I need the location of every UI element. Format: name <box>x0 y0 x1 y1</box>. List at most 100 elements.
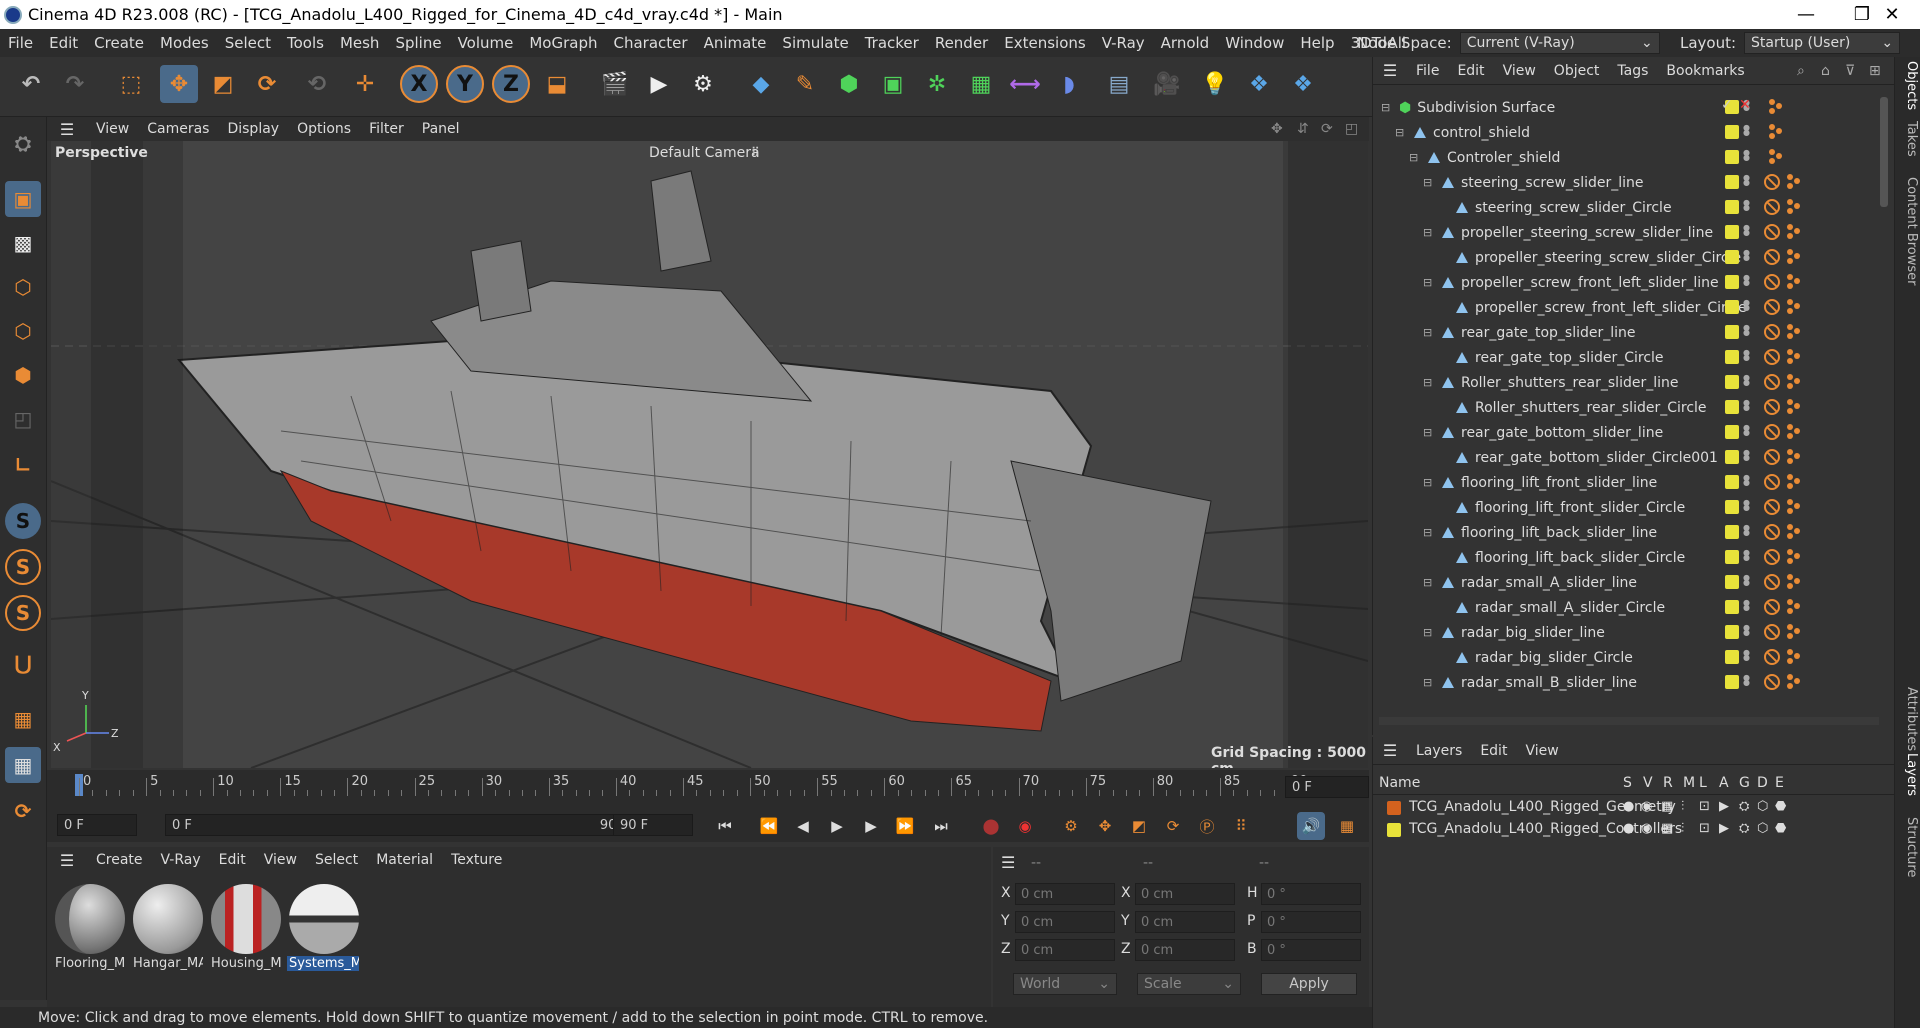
solo-single-icon[interactable]: S <box>5 549 41 585</box>
protection-tag-icon[interactable] <box>1764 349 1780 365</box>
xpresso-tag-icon[interactable] <box>1787 424 1801 439</box>
expand-toggle-icon[interactable]: ⊟ <box>1423 626 1432 639</box>
layer-color-swatch[interactable] <box>1725 500 1739 514</box>
expand-toggle-icon[interactable]: ⊟ <box>1423 176 1432 189</box>
layer-color-swatch[interactable] <box>1725 425 1739 439</box>
pen-spline-icon[interactable]: ✎ <box>786 65 824 103</box>
generator-icon[interactable]: ⛭ <box>1739 821 1749 836</box>
layer-color-swatch[interactable] <box>1725 350 1739 364</box>
material-menu-texture[interactable]: Texture <box>442 852 511 868</box>
expand-toggle-icon[interactable]: ⊟ <box>1423 326 1432 339</box>
protection-tag-icon[interactable] <box>1764 449 1780 465</box>
side-tab-structure[interactable]: Structure <box>1897 817 1919 877</box>
protection-tag-icon[interactable] <box>1764 249 1780 265</box>
y-axis-button[interactable]: Y <box>446 65 484 103</box>
visibility-dots-icon[interactable]: ● ● <box>1743 399 1750 416</box>
visibility-dots-icon[interactable]: ● ● <box>1743 224 1750 241</box>
end-frame-field[interactable]: 90 F <box>613 814 693 836</box>
object-row[interactable]: ⊟ steering_screw_slider_line ● ● <box>1373 170 1895 195</box>
coord-value-field[interactable]: 0 cm <box>1015 939 1115 961</box>
object-row[interactable]: propeller_screw_front_left_slider_Circle… <box>1373 295 1895 320</box>
material-menu-select[interactable]: Select <box>306 852 367 868</box>
object-row[interactable]: ⊟ flooring_lift_front_slider_line ● ● <box>1373 470 1895 495</box>
material-swatch[interactable]: Hangar_MA <box>131 882 205 974</box>
size-mode-dropdown[interactable]: Scale ⌄ <box>1137 973 1241 995</box>
layer-color-swatch[interactable] <box>1725 175 1739 189</box>
go-to-end-icon[interactable]: ⏭ <box>927 812 955 840</box>
layer-color-swatch[interactable] <box>1725 525 1739 539</box>
deformer-icon[interactable]: ⬡ <box>1757 799 1768 814</box>
protection-tag-icon[interactable] <box>1764 224 1780 240</box>
point-level-key-icon[interactable]: ⠿ <box>1227 812 1255 840</box>
menu-volume[interactable]: Volume <box>450 34 522 52</box>
layer-menu-layers[interactable]: Layers <box>1407 743 1471 759</box>
point-mode-icon[interactable]: ⬡ <box>5 269 41 305</box>
auto-keying-icon[interactable]: ◉ <box>1011 812 1039 840</box>
manager-icon[interactable]: ⫶ <box>1681 821 1684 836</box>
close-button[interactable]: ✕ <box>1864 0 1920 29</box>
extrude-generator-icon[interactable]: ▣ <box>874 65 912 103</box>
layout-dropdown[interactable]: Startup (User) ⌄ <box>1744 32 1901 54</box>
visible-eye-icon[interactable]: ◉ <box>1641 821 1652 836</box>
xpresso-tag-icon[interactable] <box>1787 399 1801 414</box>
xpresso-tag-icon[interactable] <box>1787 649 1801 664</box>
rotate-tool-icon[interactable]: ⟳ <box>248 65 286 103</box>
visibility-dots-icon[interactable]: ● ● <box>1743 474 1750 491</box>
visibility-dots-icon[interactable]: ● ● <box>1743 374 1750 391</box>
visibility-dots-icon[interactable]: ● ● <box>1743 499 1750 516</box>
coord-value-field[interactable]: 0 ° <box>1261 939 1361 961</box>
object-menu-bookmarks[interactable]: Bookmarks <box>1657 63 1753 79</box>
menu-spline[interactable]: Spline <box>387 34 449 52</box>
material-swatch[interactable]: Flooring_M <box>53 882 127 974</box>
next-key-icon[interactable]: ⏩ <box>891 812 919 840</box>
xpresso-tag-icon[interactable] <box>1787 674 1801 689</box>
protection-tag-icon[interactable] <box>1764 649 1780 665</box>
undo-icon[interactable]: ↶ <box>12 65 50 103</box>
object-menu-edit[interactable]: Edit <box>1448 63 1493 79</box>
layer-color-swatch[interactable] <box>1725 575 1739 589</box>
xpresso-tag-icon[interactable] <box>1787 374 1801 389</box>
xpresso-tag-icon[interactable] <box>1787 499 1801 514</box>
layer-column-header[interactable]: A <box>1719 775 1729 791</box>
frame-range-slider[interactable]: 0 F90 F <box>165 814 635 836</box>
menu-extensions[interactable]: Extensions <box>996 34 1093 52</box>
camera-object-icon[interactable]: 🎥 <box>1148 65 1186 103</box>
protection-tag-icon[interactable] <box>1764 524 1780 540</box>
layer-row[interactable]: TCG_Anadolu_L400_Rigged_Geometry ● ◉ ▦ ⫶ ⊡ ▶ ⛭ ⬡… <box>1373 797 1895 819</box>
object-row[interactable]: Roller_shutters_rear_slider_Circle ● ● <box>1373 395 1895 420</box>
edge-mode-icon[interactable]: ⬡ <box>5 313 41 349</box>
viewport-3d[interactable]: Perspective Default Camera ⠿ Grid Spacin… <box>51 141 1368 768</box>
hamburger-menu-icon[interactable]: ☰ <box>47 120 87 139</box>
workplane-icon[interactable]: ▦ <box>5 701 41 737</box>
object-menu-tags[interactable]: Tags <box>1608 63 1657 79</box>
expression-icon[interactable]: ⬣ <box>1775 821 1786 836</box>
coord-value-field[interactable]: 0 cm <box>1135 883 1235 905</box>
new-window-icon[interactable]: ⊞ <box>1869 63 1881 79</box>
menu-animate[interactable]: Animate <box>696 34 775 52</box>
layer-color-swatch[interactable] <box>1725 200 1739 214</box>
visibility-dots-icon[interactable]: ● ● <box>1743 649 1750 666</box>
lock-icon[interactable]: ⊡ <box>1699 799 1710 814</box>
material-swatch[interactable]: Systems_M <box>287 882 361 974</box>
menu-window[interactable]: Window <box>1217 34 1292 52</box>
visibility-dots-icon[interactable]: ● ● <box>1743 249 1750 266</box>
field-icon[interactable]: ◗ <box>1050 65 1088 103</box>
xpresso-tag-icon[interactable] <box>1787 549 1801 564</box>
xpresso-tag-icon[interactable] <box>1787 224 1801 239</box>
expand-toggle-icon[interactable]: ⊟ <box>1423 426 1432 439</box>
layer-color-swatch[interactable] <box>1725 325 1739 339</box>
xpresso-tag-icon[interactable] <box>1769 149 1783 164</box>
xpresso-tag-icon[interactable] <box>1787 624 1801 639</box>
z-axis-button[interactable]: Z <box>492 65 530 103</box>
viewport-name[interactable]: Perspective <box>55 145 148 161</box>
camera-label[interactable]: Default Camera <box>649 145 760 161</box>
layer-column-header[interactable]: L <box>1699 775 1707 791</box>
object-row[interactable]: steering_screw_slider_Circle ● ● <box>1373 195 1895 220</box>
expand-toggle-icon[interactable]: ⊟ <box>1423 276 1432 289</box>
menu-create[interactable]: Create <box>86 34 152 52</box>
side-tab-objects[interactable]: Objects <box>1897 61 1919 110</box>
xpresso-tag-icon[interactable] <box>1787 249 1801 264</box>
cloner-icon[interactable]: ✲ <box>918 65 956 103</box>
protection-tag-icon[interactable] <box>1764 499 1780 515</box>
xpresso-tag-icon[interactable] <box>1769 124 1783 139</box>
